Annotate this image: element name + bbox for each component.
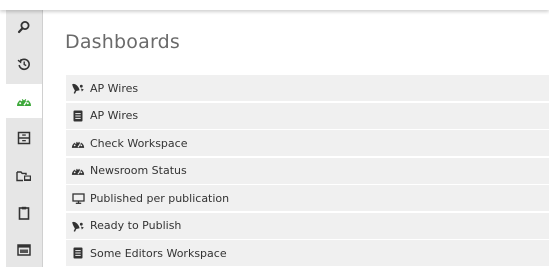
document-icon xyxy=(67,247,89,259)
top-bar xyxy=(0,0,549,10)
list-item[interactable]: Newsroom Status xyxy=(66,157,549,184)
list-item-label: Some Editors Workspace xyxy=(90,246,227,260)
search-icon xyxy=(17,21,30,34)
list-item-label: Ready to Publish xyxy=(90,219,182,232)
sidebar-item-dashboards[interactable] xyxy=(6,84,42,118)
list-item-label: AP Wires xyxy=(90,81,139,95)
app-frame: Dashboards AP Wires AP Wires Check Works… xyxy=(0,0,549,267)
document-icon xyxy=(67,110,89,122)
list-item[interactable]: Some Editors Workspace xyxy=(66,240,549,266)
history-icon xyxy=(17,58,30,71)
list-item[interactable]: Published per publication xyxy=(66,185,549,211)
dashboard-gauge-icon xyxy=(67,138,89,149)
browser-window-icon xyxy=(17,244,31,256)
dashboard-list: AP Wires AP Wires Check Workspace Newsro… xyxy=(66,75,549,268)
list-item[interactable]: Ready to Publish xyxy=(66,212,549,239)
dashboard-gauge-icon xyxy=(17,98,31,106)
list-item-label: AP Wires xyxy=(90,109,139,122)
main-content: Dashboards AP Wires AP Wires Check Works… xyxy=(43,10,549,267)
sidebar-item-archive[interactable] xyxy=(6,121,42,155)
list-item[interactable]: AP Wires xyxy=(66,75,549,101)
folder-device-icon xyxy=(16,171,31,182)
sidebar-item-browser[interactable] xyxy=(6,233,42,267)
list-item[interactable]: Check Workspace xyxy=(66,130,549,156)
monitor-icon xyxy=(67,192,89,204)
list-item[interactable]: AP Wires xyxy=(66,102,549,129)
page-title: Dashboards xyxy=(65,31,180,53)
archive-box-icon xyxy=(17,131,31,145)
list-item-label: Published per publication xyxy=(90,191,230,205)
dashboard-gauge-icon xyxy=(67,165,89,176)
satellite-dish-icon xyxy=(67,82,89,94)
sidebar-item-workspaces[interactable] xyxy=(6,159,42,193)
list-item-label: Check Workspace xyxy=(90,136,188,150)
sidebar-item-search[interactable] xyxy=(6,10,42,44)
clipboard-icon xyxy=(18,206,30,220)
left-sidebar xyxy=(6,10,43,267)
sidebar-item-history[interactable] xyxy=(6,47,42,81)
satellite-dish-icon xyxy=(67,220,89,232)
list-item-label: Newsroom Status xyxy=(90,164,187,177)
sidebar-item-clipboard[interactable] xyxy=(6,196,42,230)
